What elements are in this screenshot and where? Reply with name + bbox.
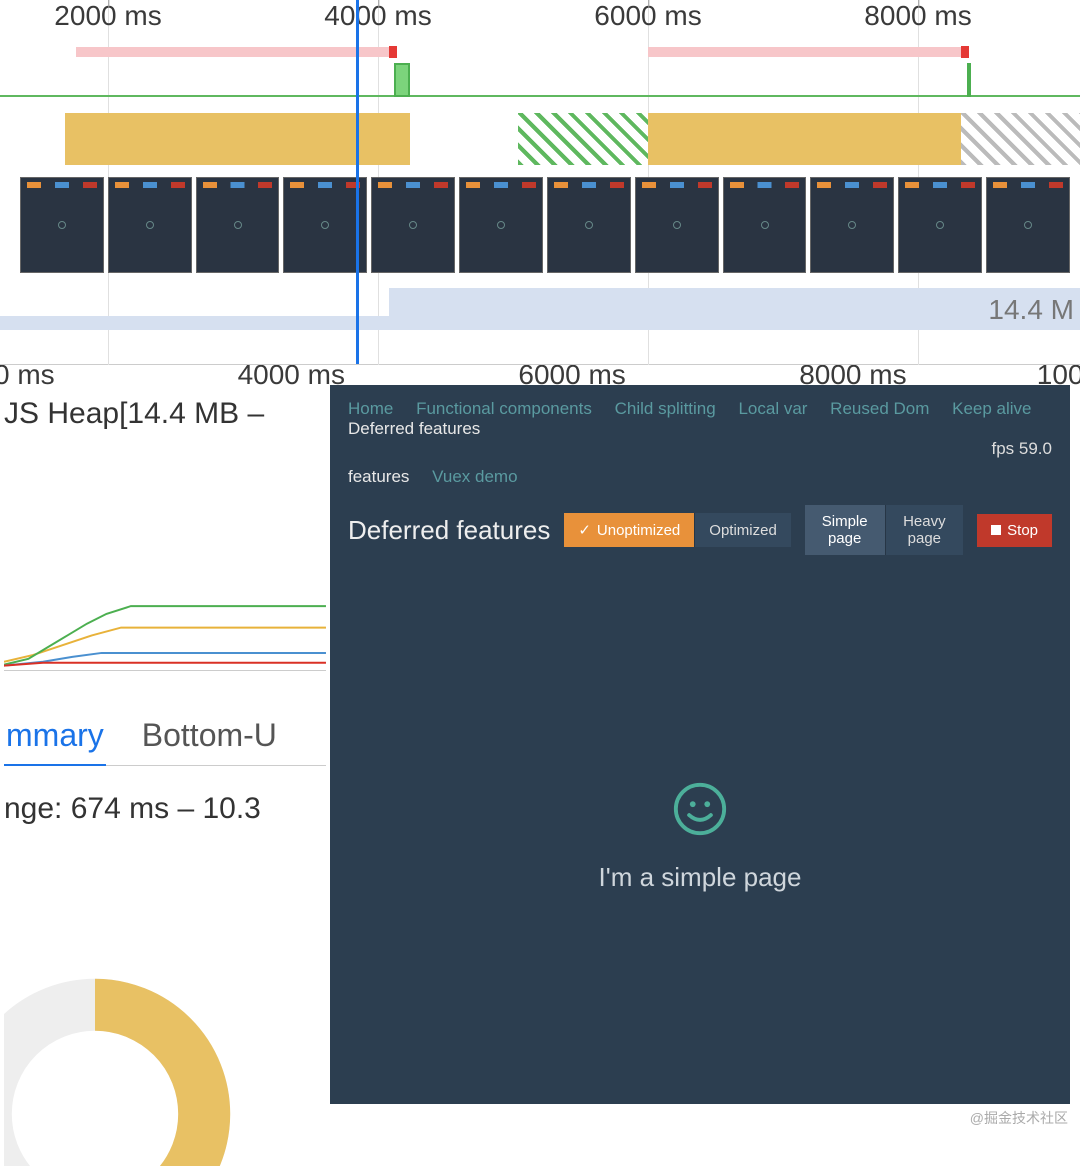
tick-4000: 4000 ms	[324, 0, 431, 32]
fps-spike	[394, 63, 410, 97]
btn-optimized-label: Optimized	[709, 522, 777, 539]
fps-spike	[967, 63, 971, 97]
tick-2000: 2000 ms	[54, 0, 161, 32]
devtools-lower-panel: JS Heap[14.4 MB – mmary Bottom-U nge: 67…	[0, 385, 330, 1134]
filmstrip-frame[interactable]	[810, 177, 894, 273]
btn-stop[interactable]: Stop	[977, 514, 1052, 547]
cpu-idle	[961, 113, 1080, 165]
nav-deferred-wrap: features	[348, 467, 409, 486]
fps-line	[0, 95, 1080, 97]
page-weight-toggle: Simple page Heavy page	[805, 505, 963, 555]
range-label: nge: 674 ms – 10.3	[4, 792, 326, 826]
btn-heavy-label: Heavy page	[900, 513, 950, 547]
app-body: I'm a simple page	[330, 569, 1070, 1104]
cpu-scripting	[648, 113, 961, 165]
memory-badge: 14.4 M	[988, 294, 1074, 326]
tick-8000: 8000 ms	[864, 0, 971, 32]
btn-simple-label: Simple page	[819, 513, 871, 547]
nav-childsplit[interactable]: Child splitting	[615, 399, 716, 418]
demo-app: Home Functional components Child splitti…	[330, 385, 1070, 1104]
tick-6000: 6000 ms	[594, 0, 701, 32]
long-task-marker	[961, 46, 969, 58]
btn-simple-page[interactable]: Simple page	[805, 505, 885, 555]
app-nav: Home Functional components Child splitti…	[330, 385, 1070, 465]
btn-optimized[interactable]: Optimized	[694, 513, 791, 547]
time-ruler[interactable]: 2000 ms 4000 ms 6000 ms 8000 ms	[0, 0, 1080, 60]
nav-functional[interactable]: Functional components	[416, 399, 592, 418]
btn-heavy-page[interactable]: Heavy page	[885, 505, 964, 555]
watermark: @掘金技术社区	[970, 1108, 1068, 1128]
stop-icon	[991, 525, 1001, 535]
nav-localvar[interactable]: Local var	[738, 399, 807, 418]
fps-counter: fps 59.0	[992, 439, 1053, 459]
tab-summary[interactable]: mmary	[4, 711, 106, 766]
screenshot-filmstrip[interactable]	[0, 175, 1080, 275]
filmstrip-frame[interactable]	[196, 177, 280, 273]
mem-area	[389, 288, 1080, 330]
app-header: Deferred features Unoptimized Optimized …	[330, 497, 1070, 569]
summary-donut	[4, 906, 264, 1166]
nav-deferred[interactable]: Deferred features	[348, 419, 480, 438]
playhead[interactable]	[356, 0, 359, 364]
filmstrip-frame[interactable]	[371, 177, 455, 273]
counters-chart[interactable]	[4, 491, 326, 671]
nav-keepalive[interactable]: Keep alive	[952, 399, 1031, 418]
filmstrip-frame[interactable]	[283, 177, 367, 273]
nav-home[interactable]: Home	[348, 399, 393, 418]
filmstrip-frame[interactable]	[898, 177, 982, 273]
long-task-bar	[76, 47, 389, 57]
js-heap-label: JS Heap[14.4 MB –	[4, 397, 326, 431]
smiley-icon	[671, 780, 729, 838]
btn-stop-label: Stop	[1007, 522, 1038, 539]
app-nav-row2: features Vuex demo	[330, 465, 1070, 497]
tab-bottom-up[interactable]: Bottom-U	[140, 711, 279, 765]
btn-unoptimized-label: Unoptimized	[597, 522, 680, 539]
cpu-track[interactable]	[0, 105, 1080, 165]
btn-unoptimized[interactable]: Unoptimized	[564, 513, 694, 547]
check-icon	[578, 521, 591, 539]
nav-reuseddom[interactable]: Reused Dom	[830, 399, 929, 418]
cpu-rendering	[518, 113, 648, 165]
fps-track[interactable]	[0, 60, 1080, 105]
filmstrip-frame[interactable]	[635, 177, 719, 273]
summary-tabs: mmary Bottom-U	[4, 711, 326, 766]
memory-track[interactable]: 14.4 M	[0, 275, 1080, 330]
page-title: Deferred features	[348, 515, 550, 546]
mem-area	[0, 316, 389, 330]
nav-vuexdemo[interactable]: Vuex demo	[432, 467, 517, 486]
filmstrip-frame[interactable]	[459, 177, 543, 273]
filmstrip-frame[interactable]	[547, 177, 631, 273]
performance-timeline[interactable]: 2000 ms 4000 ms 6000 ms 8000 ms	[0, 0, 1080, 365]
long-task-bar	[648, 47, 961, 57]
filmstrip-frame[interactable]	[723, 177, 807, 273]
optimization-toggle: Unoptimized Optimized	[564, 513, 790, 547]
filmstrip-frame[interactable]	[20, 177, 104, 273]
long-task-marker	[389, 46, 397, 58]
filmstrip-frame[interactable]	[986, 177, 1070, 273]
app-message: I'm a simple page	[599, 862, 802, 893]
filmstrip-frame[interactable]	[108, 177, 192, 273]
